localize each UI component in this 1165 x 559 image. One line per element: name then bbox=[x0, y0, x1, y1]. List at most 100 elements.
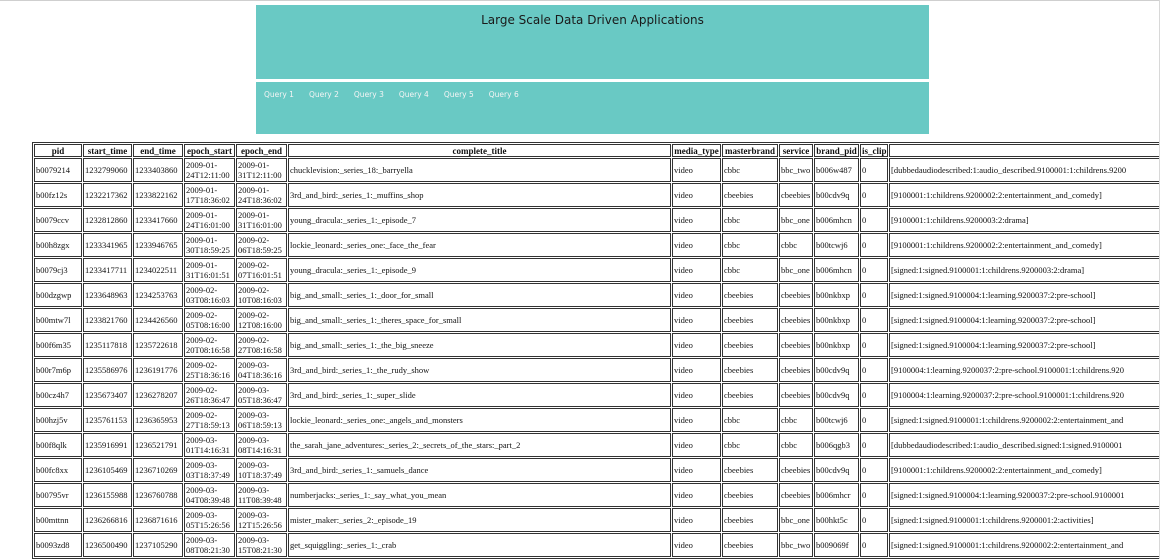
table-body: b0079214 1232799060 1233403860 2009-01-24T1… bbox=[34, 158, 1159, 557]
cell-brand-pid: b00nkbxp bbox=[814, 283, 859, 307]
cell-epoch-start: 2009-03-03T18:37:49 bbox=[184, 458, 235, 482]
cell-start-time: 1235916991 bbox=[83, 433, 132, 457]
cell-end-time: 1233403860 bbox=[133, 158, 183, 182]
cell-media-type: video bbox=[672, 333, 721, 357]
cell-service: bbc_one bbox=[779, 208, 813, 232]
table-row: b00h8zgx 1233341965 1233946765 2009-01-30T1… bbox=[34, 233, 1159, 257]
cell-complete-title: 3rd_and_bird:_series_1:_the_rudy_show bbox=[288, 358, 671, 382]
cell-epoch-end: 2009-01-24T18:36:02 bbox=[236, 183, 287, 207]
cell-brand-pid: b00cdv9q bbox=[814, 458, 859, 482]
nav-link-query-5[interactable]: Query 5 bbox=[444, 90, 474, 99]
cell-service: cbbc bbox=[779, 433, 813, 457]
cell-pid: b0079214 bbox=[34, 158, 82, 182]
nav-link-query-4[interactable]: Query 4 bbox=[399, 90, 429, 99]
cell-end-time: 1233822162 bbox=[133, 183, 183, 207]
cell-epoch-end: 2009-03-11T08:39:48 bbox=[236, 483, 287, 507]
cell-media-type: video bbox=[672, 483, 721, 507]
cell-media-type: video bbox=[672, 383, 721, 407]
cell-end-time: 1236871616 bbox=[133, 508, 183, 532]
cell-epoch-start: 2009-01-30T18:59:25 bbox=[184, 233, 235, 257]
nav-link-query-3[interactable]: Query 3 bbox=[354, 90, 384, 99]
cell-extra: [signed:1:signed.9100001:1:childrens.920… bbox=[889, 533, 1159, 557]
cell-brand-pid: b00hkt5c bbox=[814, 508, 859, 532]
column-header-epoch-start: epoch_start bbox=[184, 144, 235, 157]
cell-masterbrand: cbbc bbox=[722, 208, 778, 232]
table-row: b00mttnn 1236266816 1236871616 2009-03-05T1… bbox=[34, 508, 1159, 532]
cell-end-time: 1234426560 bbox=[133, 308, 183, 332]
cell-start-time: 1236266816 bbox=[83, 508, 132, 532]
cell-start-time: 1236105469 bbox=[83, 458, 132, 482]
cell-brand-pid: b00cdv9q bbox=[814, 358, 859, 382]
cell-start-time: 1233648963 bbox=[83, 283, 132, 307]
cell-service: cbeebies bbox=[779, 308, 813, 332]
cell-complete-title: big_and_small:_series_1:_the_big_sneeze bbox=[288, 333, 671, 357]
nav-link-query-2[interactable]: Query 2 bbox=[309, 90, 339, 99]
cell-epoch-start: 2009-02-26T18:36:47 bbox=[184, 383, 235, 407]
cell-start-time: 1236500490 bbox=[83, 533, 132, 557]
table-row: b00fz12s 1232217362 1233822162 2009-01-17T1… bbox=[34, 183, 1159, 207]
cell-pid: b00h8zgx bbox=[34, 233, 82, 257]
cell-extra: [signed:1:signed.9100001:1:childrens.920… bbox=[889, 408, 1159, 432]
cell-media-type: video bbox=[672, 283, 721, 307]
table-row: b00cz4h7 1235673407 1236278207 2009-02-26T1… bbox=[34, 383, 1159, 407]
cell-pid: b00r7m6p bbox=[34, 358, 82, 382]
cell-service: cbeebies bbox=[779, 358, 813, 382]
cell-masterbrand: cbeebies bbox=[722, 458, 778, 482]
nav-link-query-1[interactable]: Query 1 bbox=[264, 90, 294, 99]
table-row: b0079cj3 1233417711 1234022511 2009-01-31T1… bbox=[34, 258, 1159, 282]
cell-end-time: 1234022511 bbox=[133, 258, 183, 282]
column-header-start-time: start_time bbox=[83, 144, 132, 157]
cell-pid: b00mtw7l bbox=[34, 308, 82, 332]
cell-extra: [signed:1:signed.9100004:1:learning.9200… bbox=[889, 333, 1159, 357]
cell-brand-pid: b009069f bbox=[814, 533, 859, 557]
cell-extra: [signed:1:signed.9100004:1:learning.9200… bbox=[889, 308, 1159, 332]
cell-extra: [signed:1:signed.9100004:1:learning.9200… bbox=[889, 483, 1159, 507]
cell-extra: [9100004:1:learning.9200037:2:pre-school… bbox=[889, 358, 1159, 382]
cell-masterbrand: cbbc bbox=[722, 233, 778, 257]
table-row: b0093zd8 1236500490 1237105290 2009-03-08T0… bbox=[34, 533, 1159, 557]
nav-link-query-6[interactable]: Query 6 bbox=[489, 90, 519, 99]
cell-extra: [dubbedaudiodescribed:1:audio_described.… bbox=[889, 433, 1159, 457]
cell-start-time: 1236155988 bbox=[83, 483, 132, 507]
cell-complete-title: chucklevision:_series_18:_barryella bbox=[288, 158, 671, 182]
cell-service: cbbc bbox=[779, 233, 813, 257]
cell-start-time: 1232799060 bbox=[83, 158, 132, 182]
cell-media-type: video bbox=[672, 258, 721, 282]
cell-media-type: video bbox=[672, 458, 721, 482]
cell-service: cbeebies bbox=[779, 458, 813, 482]
cell-end-time: 1233946765 bbox=[133, 233, 183, 257]
cell-end-time: 1236191776 bbox=[133, 358, 183, 382]
cell-epoch-end: 2009-02-12T08:16:00 bbox=[236, 308, 287, 332]
cell-epoch-end: 2009-03-12T15:26:56 bbox=[236, 508, 287, 532]
cell-extra: [9100004:1:learning.9200037:2:pre-school… bbox=[889, 383, 1159, 407]
cell-pid: b00f6m35 bbox=[34, 333, 82, 357]
table-row: b00dzgwp 1233648963 1234253763 2009-02-03T0… bbox=[34, 283, 1159, 307]
cell-start-time: 1235761153 bbox=[83, 408, 132, 432]
cell-is-clip: 0 bbox=[860, 458, 888, 482]
cell-is-clip: 0 bbox=[860, 283, 888, 307]
cell-brand-pid: b006w487 bbox=[814, 158, 859, 182]
cell-end-time: 1233417660 bbox=[133, 208, 183, 232]
cell-pid: b00cz4h7 bbox=[34, 383, 82, 407]
cell-end-time: 1236760788 bbox=[133, 483, 183, 507]
cell-is-clip: 0 bbox=[860, 408, 888, 432]
cell-extra: [9100001:1:childrens.9200002:2:entertain… bbox=[889, 183, 1159, 207]
cell-masterbrand: cbeebies bbox=[722, 483, 778, 507]
table-row: b0079ccv 1232812860 1233417660 2009-01-24T1… bbox=[34, 208, 1159, 232]
cell-extra: [dubbedaudiodescribed:1:audio_described.… bbox=[889, 158, 1159, 182]
cell-media-type: video bbox=[672, 233, 721, 257]
column-header-complete-title: complete_title bbox=[288, 144, 671, 157]
table-row: b00hzj5v 1235761153 1236365953 2009-02-27T1… bbox=[34, 408, 1159, 432]
cell-epoch-start: 2009-02-20T08:16:58 bbox=[184, 333, 235, 357]
cell-pid: b0079cj3 bbox=[34, 258, 82, 282]
cell-is-clip: 0 bbox=[860, 483, 888, 507]
cell-service: cbeebies bbox=[779, 483, 813, 507]
cell-is-clip: 0 bbox=[860, 383, 888, 407]
table-row: b00f6m35 1235117818 1235722618 2009-02-20T0… bbox=[34, 333, 1159, 357]
cell-service: cbeebies bbox=[779, 183, 813, 207]
cell-masterbrand: cbbc bbox=[722, 258, 778, 282]
cell-brand-pid: b00nkbxp bbox=[814, 333, 859, 357]
cell-epoch-start: 2009-03-05T15:26:56 bbox=[184, 508, 235, 532]
cell-service: bbc_one bbox=[779, 258, 813, 282]
cell-complete-title: lockie_leonard:_series_one:_angels_and_m… bbox=[288, 408, 671, 432]
